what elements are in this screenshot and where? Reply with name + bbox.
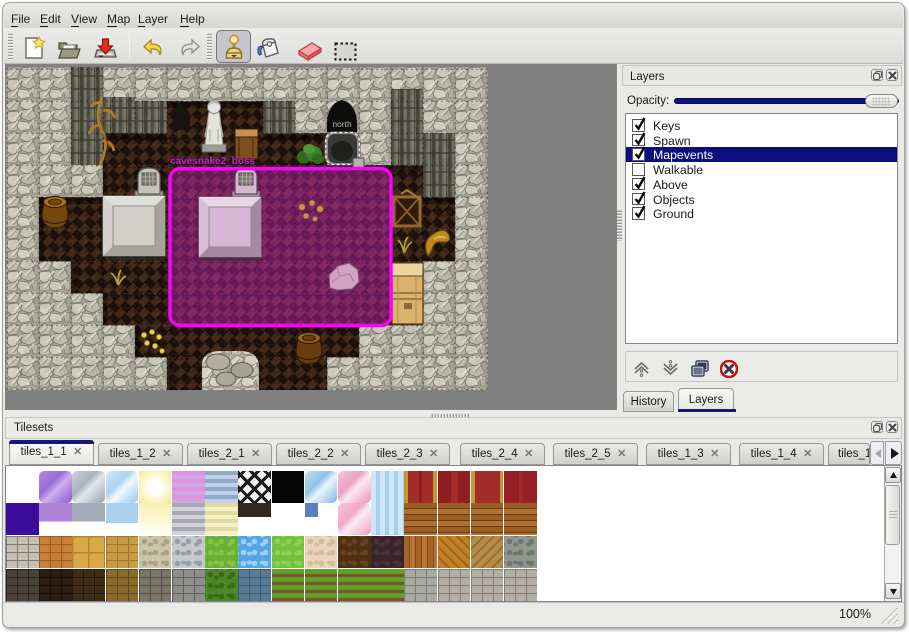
svg-text:north: north <box>332 119 352 129</box>
svg-text:cavesnake2_boss: cavesnake2_boss <box>170 156 256 167</box>
